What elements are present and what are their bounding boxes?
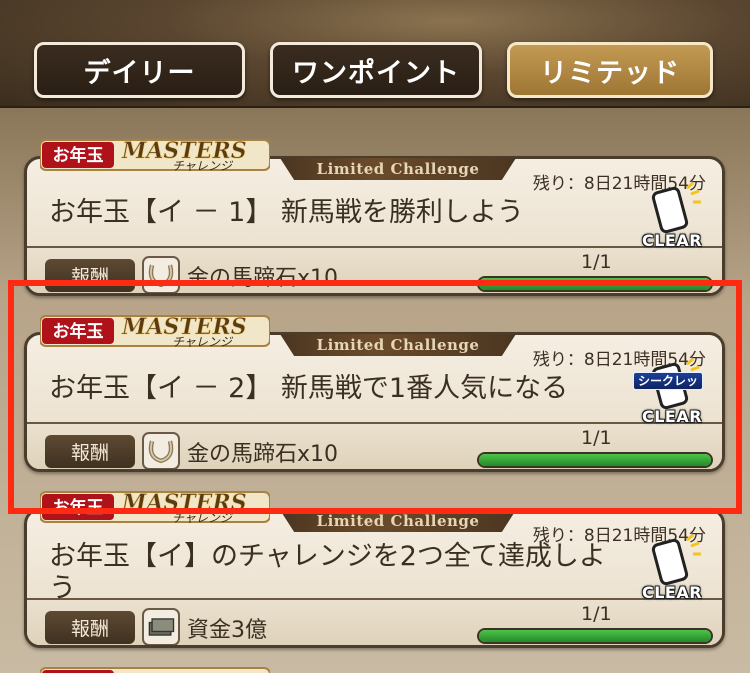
progress-bar <box>477 276 713 292</box>
tab-one-point[interactable]: ワンポイント <box>270 42 482 98</box>
clear-badge: CLEAR <box>635 533 709 604</box>
tab-daily[interactable]: デイリー <box>34 42 245 98</box>
progress-text: 1/1 <box>581 427 612 449</box>
reward-label: 報酬 <box>45 259 135 292</box>
horseshoe-icon <box>142 432 180 469</box>
svg-text:チャレンジ: チャレンジ <box>172 335 234 349</box>
mission-tab-bar: デイリー ワンポイント リミテッド <box>0 0 750 108</box>
mission-list[interactable]: お年玉 MASTERS チャレンジ Limited Challenge 残り：8… <box>0 108 750 673</box>
reward-row: 報酬 金の馬蹄石x10 1/1 <box>27 246 722 293</box>
progress-fill <box>479 630 711 642</box>
reward-name: 金の馬蹄石x10 <box>187 266 339 291</box>
mission-card[interactable]: お年玉 MASTERS チャレンジ Limited Challenge 残り：8… <box>24 312 725 472</box>
progress-fill <box>479 454 711 466</box>
reward-name: 金の馬蹄石x10 <box>187 442 339 467</box>
mission-title: お年玉【イ － 1】 新馬戦を勝利しよう <box>49 197 524 228</box>
reward-row: 報酬 資金3億 1/1 <box>27 598 722 645</box>
clear-label: CLEAR <box>641 407 703 426</box>
progress-text: 1/1 <box>581 251 612 273</box>
mission-card[interactable]: お年玉 MASTERS チャレンジ Limited Challenge 残り：8… <box>24 488 725 648</box>
clear-badge: シークレット CLEAR <box>633 357 709 428</box>
clear-label: CLEAR <box>641 583 703 602</box>
svg-text:チャレンジ: チャレンジ <box>172 511 234 525</box>
svg-text:チャレンジ: チャレンジ <box>172 159 234 173</box>
secret-badge: シークレット <box>633 372 703 404</box>
masters-challenge-banner: お年玉 MASTERS チャレンジ <box>40 314 270 349</box>
masters-challenge-banner <box>40 667 270 673</box>
reward-label: 報酬 <box>45 435 135 468</box>
tab-limited[interactable]: リミテッド <box>507 42 713 98</box>
progress-text: 1/1 <box>581 603 612 625</box>
money-stack-icon <box>142 608 180 645</box>
svg-text:お年玉: お年玉 <box>53 321 104 342</box>
progress-fill <box>479 278 711 290</box>
progress-bar <box>477 452 713 468</box>
reward-row: 報酬 金の馬蹄石x10 1/1 <box>27 422 722 469</box>
reward-name: 資金3億 <box>187 618 267 643</box>
mission-card[interactable]: お年玉 MASTERS チャレンジ Limited Challenge 残り：8… <box>24 136 725 296</box>
limited-challenge-strip: Limited Challenge <box>280 334 516 356</box>
limited-challenge-strip: Limited Challenge <box>280 510 516 532</box>
clear-label: CLEAR <box>641 231 703 250</box>
clear-badge: CLEAR <box>635 181 709 252</box>
masters-challenge-banner: お年玉 MASTERS チャレンジ <box>40 138 270 173</box>
horseshoe-icon <box>142 256 180 293</box>
mission-title: お年玉【イ － 2】 新馬戦で1番人気になる <box>49 373 569 404</box>
reward-label: 報酬 <box>45 611 135 644</box>
svg-text:お年玉: お年玉 <box>53 145 104 166</box>
masters-challenge-banner: お年玉 MASTERS チャレンジ <box>40 490 270 525</box>
limited-challenge-strip: Limited Challenge <box>280 158 516 180</box>
svg-text:お年玉: お年玉 <box>53 497 104 518</box>
mission-title: お年玉【イ】のチャレンジを2つ全て達成しよう <box>49 541 606 604</box>
progress-bar <box>477 628 713 644</box>
